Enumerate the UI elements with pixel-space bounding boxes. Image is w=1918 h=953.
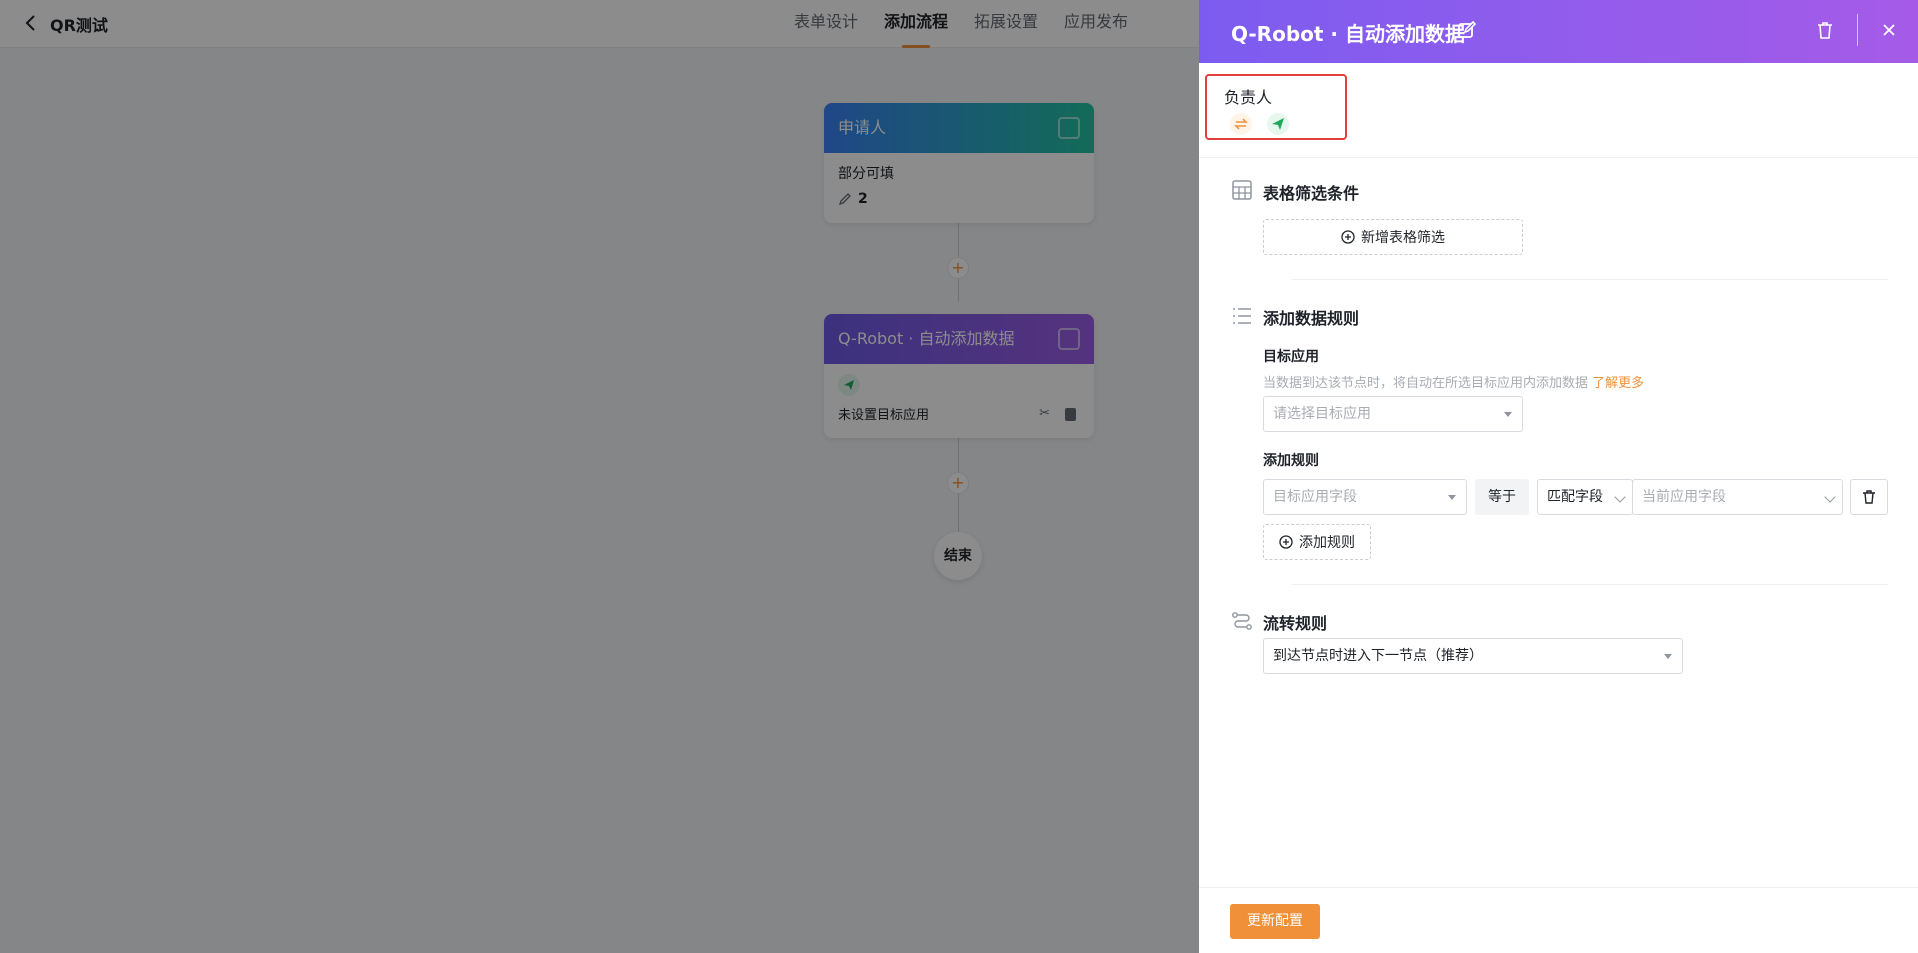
transfer-icon[interactable] — [1230, 113, 1252, 135]
close-icon[interactable] — [1879, 20, 1899, 40]
update-config-button[interactable]: 更新配置 — [1230, 904, 1320, 939]
target-app-hint: 当数据到达该节点时，将自动在所选目标应用内添加数据 了解更多 — [1263, 372, 1644, 391]
divider — [1199, 157, 1918, 158]
divider — [1292, 584, 1888, 585]
transfer-rules-title: 流转规则 — [1263, 614, 1328, 633]
header-divider — [1857, 14, 1858, 46]
table-icon — [1232, 180, 1252, 200]
trash-icon — [1863, 490, 1875, 504]
add-table-filter-label: 新增表格筛选 — [1361, 230, 1445, 246]
current-field-select[interactable]: 当前应用字段 — [1632, 479, 1843, 515]
drawer-title: Q-Robot · 自动添加数据 — [1231, 22, 1465, 46]
add-table-filter-button[interactable]: 新增表格筛选 — [1263, 219, 1523, 255]
caret-down-icon — [1504, 412, 1512, 417]
target-app-select[interactable]: 请选择目标应用 — [1263, 396, 1523, 432]
route-icon — [1232, 612, 1252, 630]
plus-circle-icon — [1341, 230, 1355, 244]
node-config-drawer: Q-Robot · 自动添加数据 负责人 表格筛选条件 新增表格筛选 添加数据规… — [1199, 0, 1918, 953]
add-rules-label: 添加规则 — [1263, 453, 1319, 469]
caret-down-icon — [1664, 654, 1672, 659]
target-app-label: 目标应用 — [1263, 349, 1319, 365]
list-icon — [1233, 308, 1251, 324]
match-mode-value: 匹配字段 — [1547, 489, 1603, 505]
hint-text: 当数据到达该节点时，将自动在所选目标应用内添加数据 — [1263, 376, 1589, 391]
target-field-select[interactable]: 目标应用字段 — [1263, 479, 1467, 515]
chevron-down-icon — [1824, 491, 1836, 503]
target-field-placeholder: 目标应用字段 — [1273, 489, 1357, 505]
divider — [1292, 279, 1888, 280]
drawer-header: Q-Robot · 自动添加数据 — [1199, 0, 1918, 63]
target-app-placeholder: 请选择目标应用 — [1273, 406, 1371, 422]
current-field-placeholder: 当前应用字段 — [1642, 489, 1726, 505]
table-filter-title: 表格筛选条件 — [1263, 184, 1360, 203]
plus-circle-icon — [1279, 535, 1293, 549]
add-rule-button[interactable]: 添加规则 — [1263, 524, 1371, 560]
match-mode-select[interactable]: 匹配字段 — [1537, 479, 1633, 515]
chevron-down-icon — [1614, 491, 1626, 503]
transfer-rule-select[interactable]: 到达节点时进入下一节点（推荐） — [1263, 638, 1683, 674]
delete-rule-button[interactable] — [1850, 479, 1888, 515]
caret-down-icon — [1448, 495, 1456, 500]
footer-divider — [1199, 887, 1918, 888]
add-data-rules-title: 添加数据规则 — [1263, 309, 1360, 328]
edit-title-icon[interactable] — [1457, 20, 1477, 40]
transfer-rule-value: 到达节点时进入下一节点（推荐） — [1273, 648, 1483, 664]
learn-more-link[interactable]: 了解更多 — [1592, 376, 1644, 391]
send-icon[interactable] — [1267, 113, 1289, 135]
assignee-label: 负责人 — [1224, 88, 1273, 107]
add-rule-label: 添加规则 — [1299, 535, 1355, 551]
delete-node-icon[interactable] — [1815, 20, 1835, 40]
operator-label: 等于 — [1475, 479, 1529, 515]
